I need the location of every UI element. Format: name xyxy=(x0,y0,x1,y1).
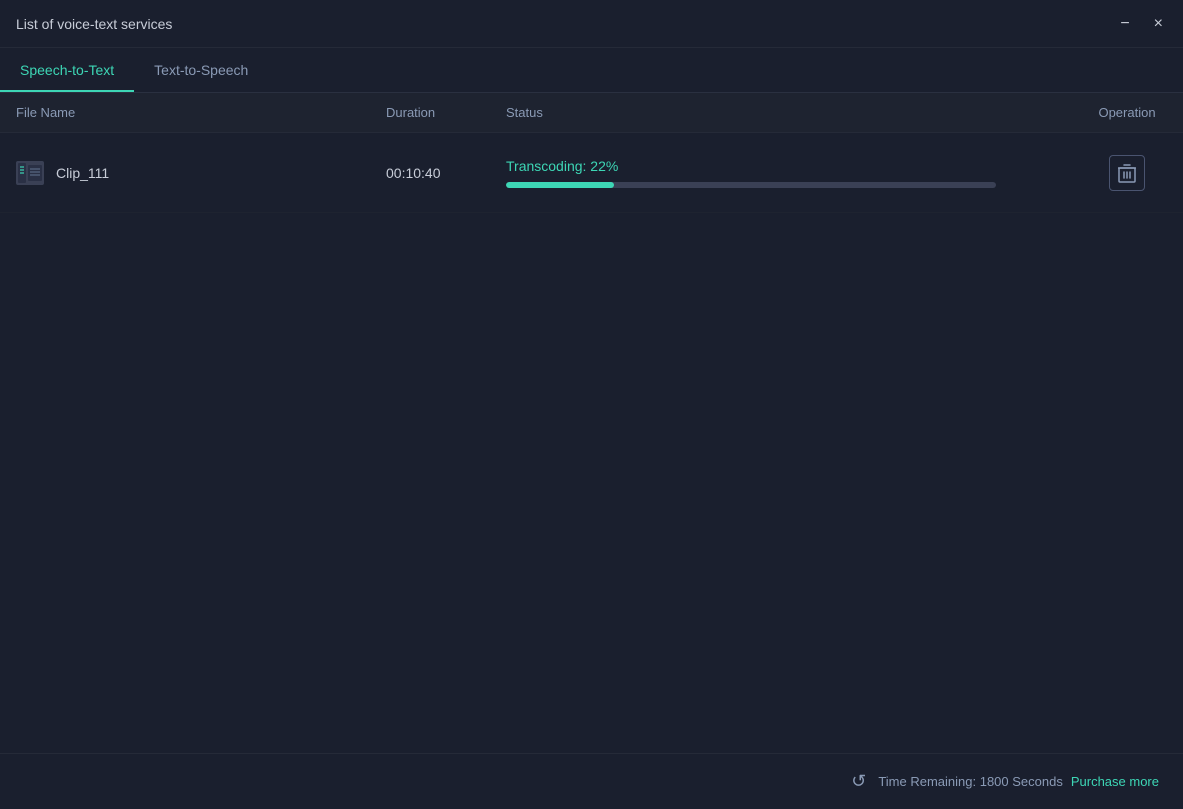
trash-icon xyxy=(1118,163,1136,183)
window-title: List of voice-text services xyxy=(16,16,172,32)
duration-cell: 00:10:40 xyxy=(386,165,506,181)
refresh-icon: ↺ xyxy=(851,771,866,792)
tab-speech-to-text[interactable]: Speech-to-Text xyxy=(0,48,134,92)
operation-cell xyxy=(1087,155,1167,191)
col-header-operation: Operation xyxy=(1087,105,1167,120)
close-button[interactable]: × xyxy=(1150,12,1167,36)
progress-bar-fill xyxy=(506,182,614,188)
tab-text-to-speech[interactable]: Text-to-Speech xyxy=(134,48,268,92)
table-header: File Name Duration Status Operation xyxy=(0,93,1183,133)
status-cell: Transcoding: 22% xyxy=(506,158,1087,188)
file-name-cell: Clip_111 xyxy=(16,161,386,185)
main-window: List of voice-text services − × Speech-t… xyxy=(0,0,1183,809)
delete-button[interactable] xyxy=(1109,155,1145,191)
col-header-filename: File Name xyxy=(16,105,386,120)
footer: ↺ Time Remaining: 1800 Seconds Purchase … xyxy=(0,753,1183,809)
window-controls: − × xyxy=(1116,12,1167,36)
status-text: Transcoding: 22% xyxy=(506,158,1087,174)
progress-bar-container xyxy=(506,182,996,188)
tab-bar: Speech-to-Text Text-to-Speech xyxy=(0,48,1183,93)
title-bar: List of voice-text services − × xyxy=(0,0,1183,48)
minimize-button[interactable]: − xyxy=(1116,12,1133,36)
purchase-more-link[interactable]: Purchase more xyxy=(1071,774,1159,789)
col-header-status: Status xyxy=(506,105,1087,120)
table-row: Clip_111 00:10:40 Transcoding: 22% xyxy=(0,133,1183,213)
col-header-duration: Duration xyxy=(386,105,506,120)
file-icon xyxy=(16,161,44,185)
file-name-text: Clip_111 xyxy=(56,165,109,181)
time-remaining-text: Time Remaining: 1800 Seconds xyxy=(878,774,1063,789)
table-body: Clip_111 00:10:40 Transcoding: 22% xyxy=(0,133,1183,753)
